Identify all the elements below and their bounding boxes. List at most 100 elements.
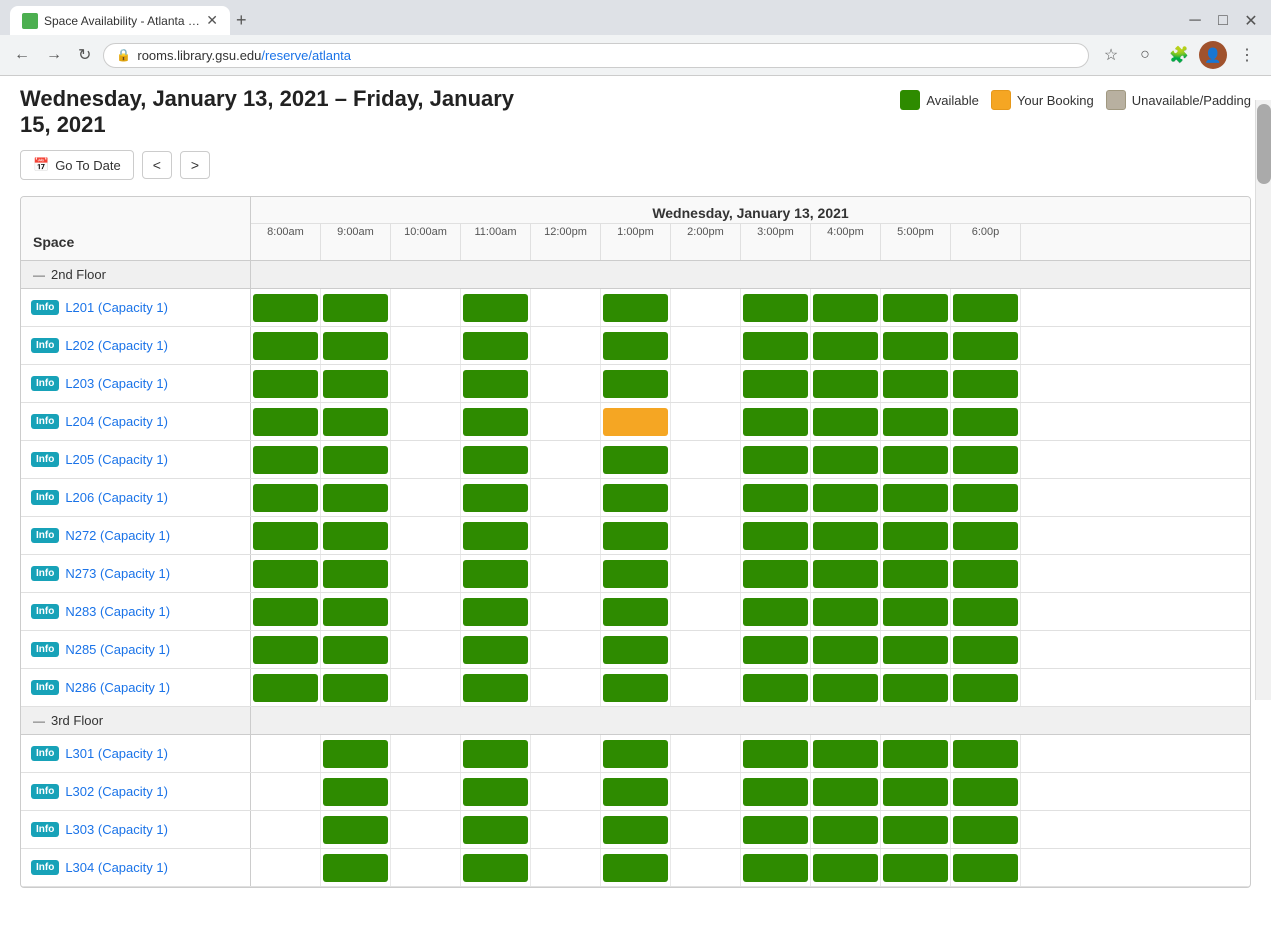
available-block[interactable] — [323, 854, 388, 882]
room-name-n273[interactable]: N273 (Capacity 1) — [65, 566, 170, 581]
goto-date-button[interactable]: 📅 Go To Date — [20, 150, 134, 180]
available-block[interactable] — [253, 484, 318, 512]
available-block[interactable] — [603, 522, 668, 550]
available-block[interactable] — [883, 370, 948, 398]
available-block[interactable] — [603, 560, 668, 588]
available-block[interactable] — [463, 854, 528, 882]
bookmark-icon[interactable]: ☆ — [1097, 41, 1125, 69]
available-block[interactable] — [253, 446, 318, 474]
available-block[interactable] — [953, 408, 1018, 436]
refresh-button[interactable]: ↻ — [74, 41, 95, 69]
minimize-button[interactable]: ─ — [1185, 11, 1205, 31]
available-block[interactable] — [253, 370, 318, 398]
room-name-l304[interactable]: L304 (Capacity 1) — [65, 860, 168, 875]
available-block[interactable] — [463, 408, 528, 436]
available-block[interactable] — [813, 560, 878, 588]
room-name-n283[interactable]: N283 (Capacity 1) — [65, 604, 170, 619]
room-name-l205[interactable]: L205 (Capacity 1) — [65, 452, 168, 467]
room-name-l301[interactable]: L301 (Capacity 1) — [65, 746, 168, 761]
room-name-n272[interactable]: N272 (Capacity 1) — [65, 528, 170, 543]
available-block[interactable] — [463, 294, 528, 322]
back-button[interactable]: ← — [10, 42, 34, 68]
available-block[interactable] — [953, 484, 1018, 512]
available-block[interactable] — [743, 408, 808, 436]
available-block[interactable] — [743, 560, 808, 588]
available-block[interactable] — [883, 854, 948, 882]
available-block[interactable] — [883, 674, 948, 702]
available-block[interactable] — [463, 446, 528, 474]
available-block[interactable] — [323, 294, 388, 322]
available-block[interactable] — [603, 598, 668, 626]
available-block[interactable] — [603, 332, 668, 360]
available-block[interactable] — [953, 816, 1018, 844]
address-bar[interactable]: 🔒 rooms.library.gsu.edu/reserve/atlanta — [103, 43, 1089, 68]
info-badge-l201[interactable]: Info — [31, 300, 59, 315]
info-badge-l304[interactable]: Info — [31, 860, 59, 875]
available-block[interactable] — [603, 778, 668, 806]
room-name-n285[interactable]: N285 (Capacity 1) — [65, 642, 170, 657]
room-name-l204[interactable]: L204 (Capacity 1) — [65, 414, 168, 429]
available-block[interactable] — [603, 740, 668, 768]
available-block[interactable] — [743, 854, 808, 882]
available-block[interactable] — [813, 778, 878, 806]
available-block[interactable] — [883, 522, 948, 550]
available-block[interactable] — [743, 636, 808, 664]
available-block[interactable] — [813, 816, 878, 844]
info-badge-l203[interactable]: Info — [31, 376, 59, 391]
available-block[interactable] — [953, 854, 1018, 882]
room-name-l201[interactable]: L201 (Capacity 1) — [65, 300, 168, 315]
available-block[interactable] — [463, 740, 528, 768]
available-block[interactable] — [813, 522, 878, 550]
info-badge-l301[interactable]: Info — [31, 746, 59, 761]
available-block[interactable] — [253, 560, 318, 588]
available-block[interactable] — [743, 674, 808, 702]
vertical-scrollbar[interactable] — [1255, 100, 1271, 700]
available-block[interactable] — [813, 446, 878, 474]
available-block[interactable] — [813, 408, 878, 436]
available-block[interactable] — [953, 674, 1018, 702]
available-block[interactable] — [953, 294, 1018, 322]
available-block[interactable] — [603, 816, 668, 844]
new-tab-button[interactable]: + — [236, 10, 247, 31]
available-block[interactable] — [883, 332, 948, 360]
available-block[interactable] — [953, 740, 1018, 768]
info-badge-l206[interactable]: Info — [31, 490, 59, 505]
available-block[interactable] — [323, 636, 388, 664]
available-block[interactable] — [253, 332, 318, 360]
info-badge-n283[interactable]: Info — [31, 604, 59, 619]
available-block[interactable] — [323, 332, 388, 360]
available-block[interactable] — [813, 854, 878, 882]
user-avatar[interactable]: 👤 — [1199, 41, 1227, 69]
prev-date-button[interactable]: < — [142, 151, 172, 179]
available-block[interactable] — [953, 778, 1018, 806]
available-block[interactable] — [323, 674, 388, 702]
available-block[interactable] — [253, 598, 318, 626]
available-block[interactable] — [463, 484, 528, 512]
available-block[interactable] — [883, 446, 948, 474]
info-badge-l303[interactable]: Info — [31, 822, 59, 837]
available-block[interactable] — [463, 636, 528, 664]
info-badge-n273[interactable]: Info — [31, 566, 59, 581]
available-block[interactable] — [323, 484, 388, 512]
available-block[interactable] — [323, 740, 388, 768]
available-block[interactable] — [253, 522, 318, 550]
info-badge-n285[interactable]: Info — [31, 642, 59, 657]
room-name-l206[interactable]: L206 (Capacity 1) — [65, 490, 168, 505]
profile-circle-icon[interactable]: ○ — [1131, 41, 1159, 69]
collapse-icon[interactable]: — — [33, 714, 45, 728]
info-badge-l302[interactable]: Info — [31, 784, 59, 799]
available-block[interactable] — [463, 332, 528, 360]
available-block[interactable] — [813, 674, 878, 702]
available-block[interactable] — [603, 636, 668, 664]
available-block[interactable] — [253, 294, 318, 322]
available-block[interactable] — [743, 598, 808, 626]
available-block[interactable] — [813, 598, 878, 626]
available-block[interactable] — [743, 816, 808, 844]
room-name-l203[interactable]: L203 (Capacity 1) — [65, 376, 168, 391]
available-block[interactable] — [463, 778, 528, 806]
available-block[interactable] — [253, 636, 318, 664]
available-block[interactable] — [883, 294, 948, 322]
available-block[interactable] — [603, 484, 668, 512]
available-block[interactable] — [253, 674, 318, 702]
available-block[interactable] — [953, 560, 1018, 588]
